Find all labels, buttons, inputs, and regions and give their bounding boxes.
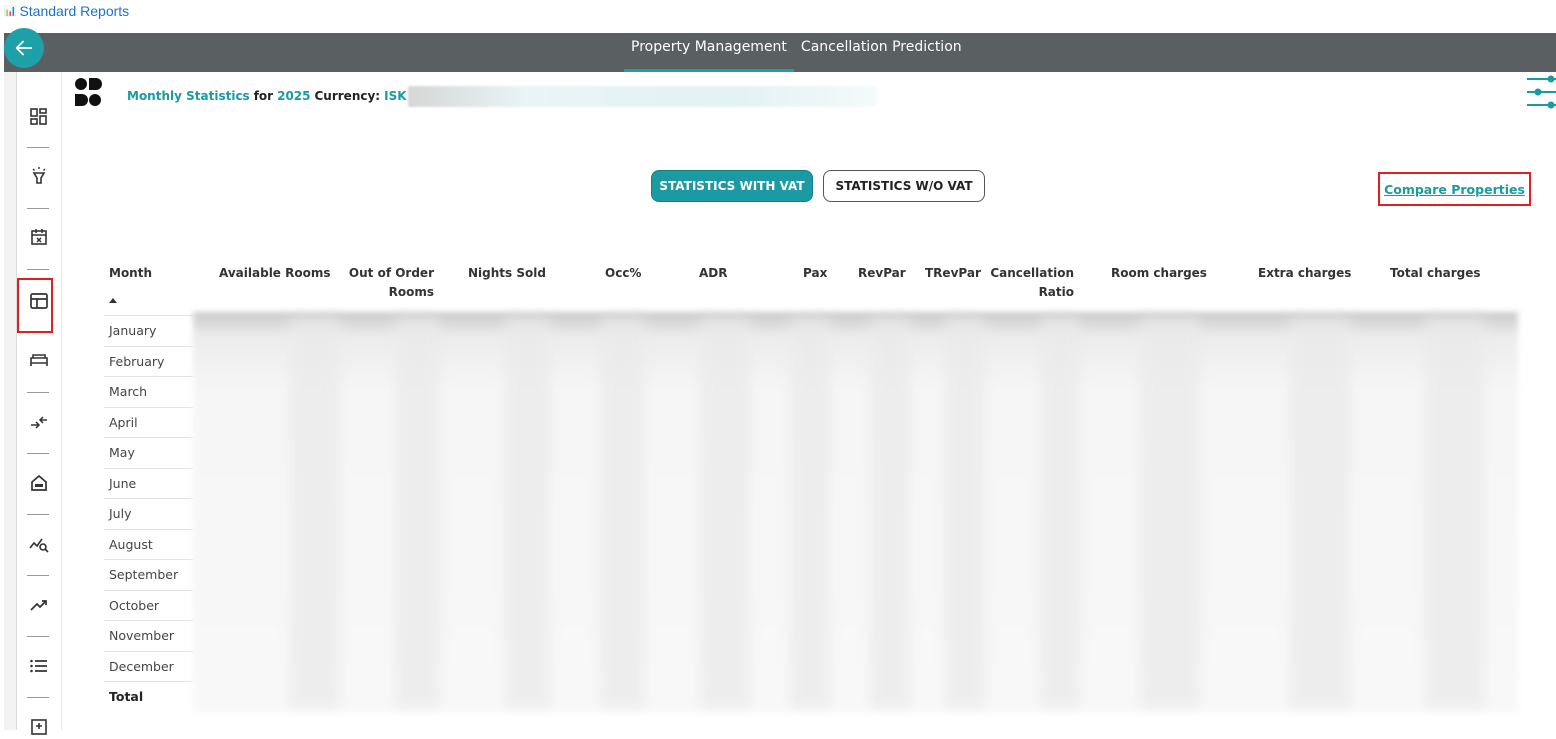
- dashboard-icon[interactable]: [27, 105, 51, 129]
- col-month[interactable]: Month: [109, 264, 152, 283]
- currency-value: ISK: [384, 89, 407, 103]
- report-year: 2025: [277, 89, 311, 103]
- redacted-column: [700, 318, 750, 708]
- col-total-charges[interactable]: Total charges: [1390, 264, 1481, 283]
- sidebar-divider: [27, 514, 49, 515]
- trending-up-icon[interactable]: [27, 593, 51, 617]
- report-header: Monthly Statistics for 2025 Currency: IS…: [127, 89, 407, 103]
- brand-logo: [75, 78, 102, 106]
- export-icon[interactable]: [27, 715, 51, 739]
- sidebar: [17, 72, 62, 735]
- redacted-column: [790, 318, 830, 708]
- redacted-column: [1425, 318, 1485, 708]
- table-row: March: [104, 376, 193, 407]
- filter-settings-icon[interactable]: [1527, 74, 1556, 110]
- table-row: April: [104, 406, 193, 438]
- bed-icon[interactable]: [27, 348, 51, 372]
- table-row: July: [104, 498, 193, 529]
- table-row: June: [104, 467, 193, 499]
- sidebar-divider: [27, 208, 49, 209]
- standard-reports-link[interactable]: 📊 Standard Reports: [4, 3, 129, 19]
- table-row: November: [104, 620, 193, 651]
- table-row: February: [104, 345, 193, 377]
- col-room-charges[interactable]: Room charges: [1111, 264, 1207, 283]
- left-rail: [4, 72, 17, 730]
- calendar-x-icon[interactable]: [27, 225, 51, 249]
- statistics-with-vat-button[interactable]: STATISTICS WITH VAT: [651, 170, 813, 202]
- col-extra-charges[interactable]: Extra charges: [1258, 264, 1351, 283]
- col-out-of-order-rooms[interactable]: Out of Order Rooms: [346, 264, 434, 302]
- redacted-column: [600, 318, 645, 708]
- sidebar-divider: [27, 147, 49, 148]
- back-button[interactable]: [4, 28, 44, 68]
- table-layout-icon[interactable]: [27, 289, 51, 313]
- arrow-left-icon: [15, 40, 33, 56]
- redacted-column: [1290, 318, 1350, 708]
- col-revpar[interactable]: RevPar: [858, 264, 906, 283]
- table-row: September: [104, 559, 193, 590]
- col-adr[interactable]: ADR: [699, 264, 728, 283]
- house-icon[interactable]: [27, 471, 51, 495]
- col-trevpar[interactable]: TRevPar: [925, 264, 981, 283]
- tab-property-management[interactable]: Property Management: [624, 33, 794, 72]
- table-row: October: [104, 589, 193, 621]
- col-occ[interactable]: Occ%: [605, 264, 641, 283]
- redacted-column: [505, 318, 550, 708]
- compare-properties-link[interactable]: Compare Properties: [1378, 172, 1531, 206]
- tab-cancellation-prediction[interactable]: Cancellation Prediction: [794, 33, 969, 72]
- redacted-column: [1140, 318, 1200, 708]
- nav-tabs: Property Management Cancellation Predict…: [624, 33, 969, 72]
- redacted-property-name: [408, 86, 876, 107]
- standard-reports-label: Standard Reports: [19, 3, 130, 19]
- redacted-column: [290, 318, 340, 708]
- table-row: January: [104, 315, 193, 346]
- col-available-rooms[interactable]: Available Rooms: [219, 264, 331, 283]
- redacted-column: [1040, 318, 1080, 708]
- table-row: May: [104, 437, 193, 468]
- sort-ascending-icon[interactable]: [109, 298, 117, 303]
- sidebar-divider: [27, 575, 49, 576]
- sidebar-divider: [27, 453, 49, 454]
- for-word: for: [253, 89, 274, 103]
- report-name: Monthly Statistics: [127, 89, 250, 103]
- sidebar-divider: [27, 636, 49, 637]
- redacted-column: [395, 318, 440, 708]
- sidebar-divider: [27, 269, 49, 270]
- col-cancellation-ratio[interactable]: Cancellation Ratio: [990, 264, 1074, 302]
- sidebar-divider: [27, 392, 49, 393]
- col-nights-sold[interactable]: Nights Sold: [468, 264, 546, 283]
- month-column: January February March April May June Ju…: [104, 315, 193, 712]
- redacted-column: [870, 318, 910, 708]
- currency-label: Currency:: [314, 89, 381, 103]
- lightbulb-icon[interactable]: [27, 164, 51, 188]
- transfer-arrows-icon[interactable]: [27, 410, 51, 434]
- total-row: Total: [104, 681, 193, 712]
- list-icon[interactable]: [27, 654, 51, 678]
- statistics-without-vat-button[interactable]: STATISTICS W/O VAT: [823, 170, 985, 202]
- table-row: December: [104, 650, 193, 682]
- table-row: August: [104, 528, 193, 560]
- redacted-column: [945, 318, 985, 708]
- sidebar-divider: [27, 697, 49, 698]
- chart-search-icon[interactable]: [27, 532, 51, 556]
- compare-properties-label: Compare Properties: [1384, 181, 1525, 197]
- bar-chart-icon: 📊: [4, 5, 17, 17]
- col-pax[interactable]: Pax: [803, 264, 827, 283]
